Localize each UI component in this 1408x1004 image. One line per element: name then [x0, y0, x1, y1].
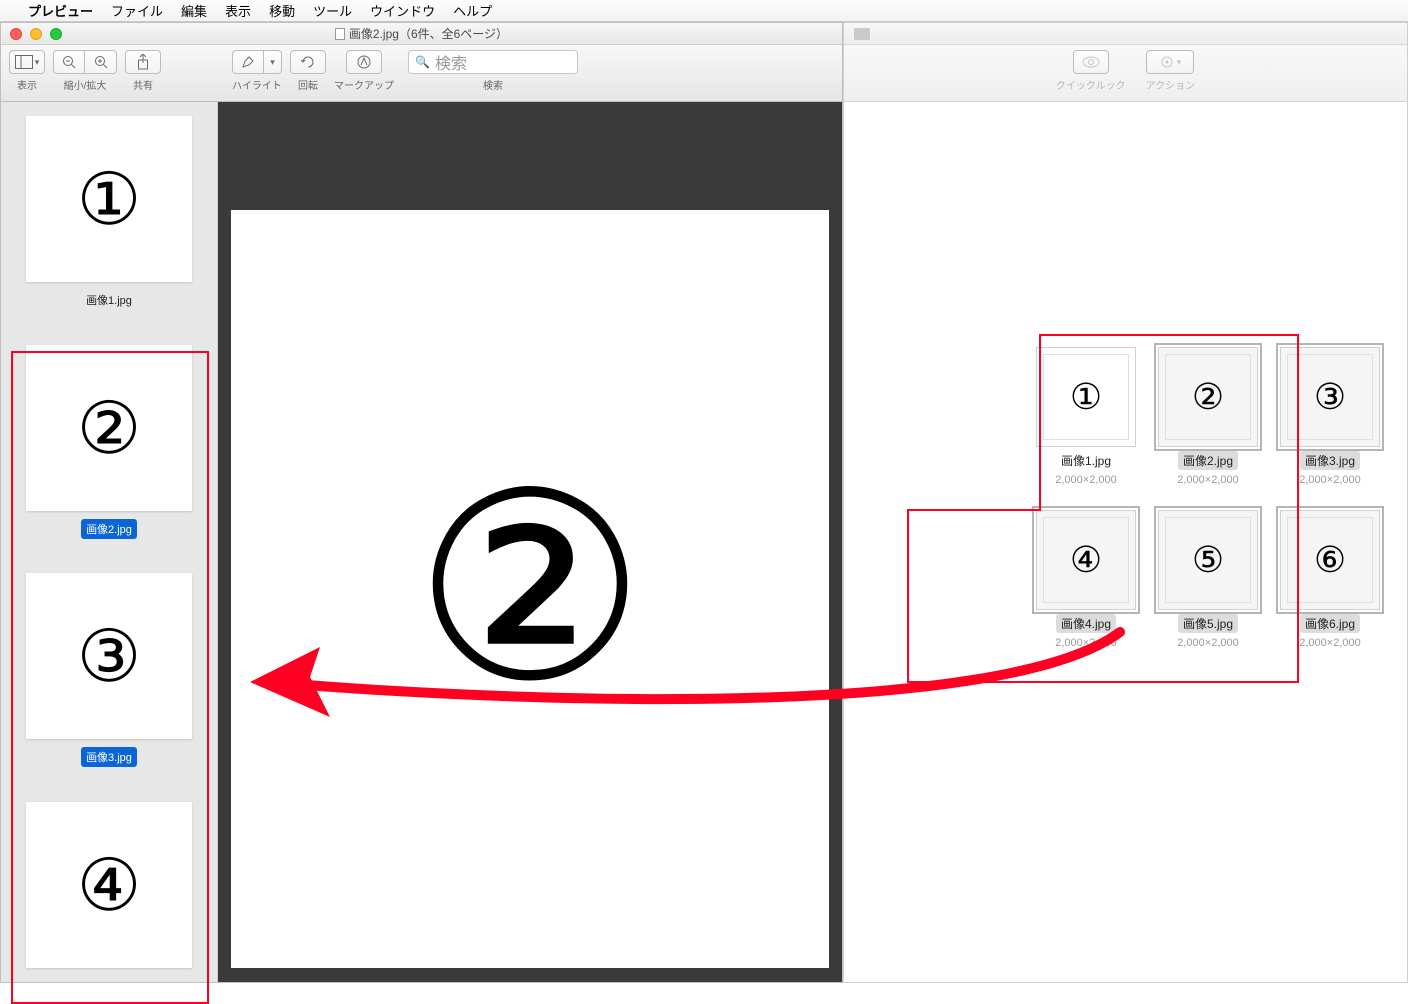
menu-help[interactable]: ヘルプ: [453, 1, 492, 20]
finder-titlebar[interactable]: [844, 23, 1407, 45]
rotate-button[interactable]: [290, 50, 326, 74]
markup-label: マークアップ: [334, 77, 394, 92]
share-button[interactable]: [125, 50, 161, 74]
file-dimensions: 2,000×2,000: [1055, 637, 1116, 649]
app-name[interactable]: プレビュー: [28, 1, 93, 20]
file-name: 画像4.jpg: [1056, 614, 1116, 633]
zoom-in-button[interactable]: [85, 50, 117, 74]
menu-go[interactable]: 移動: [269, 1, 295, 20]
file-item[interactable]: ⑤ 画像5.jpg 2,000×2,000: [1147, 510, 1269, 649]
file-name: 画像5.jpg: [1178, 614, 1238, 633]
thumbnail-item[interactable]: ③ 画像3.jpg: [26, 573, 192, 767]
zoom-out-button[interactable]: [53, 50, 85, 74]
preview-canvas: ②: [231, 210, 829, 968]
rotate-label: 回転: [298, 77, 318, 92]
search-placeholder: 検索: [435, 50, 467, 74]
folder-icon: [854, 28, 870, 40]
thumbnail-item[interactable]: ④: [26, 802, 192, 968]
quicklook-label: クイックルック: [1056, 77, 1126, 92]
file-dimensions: 2,000×2,000: [1177, 637, 1238, 649]
finder-body[interactable]: ① 画像1.jpg 2,000×2,000 ② 画像2.jpg 2,000×2,…: [844, 102, 1407, 982]
mac-menubar: プレビュー ファイル 編集 表示 移動 ツール ウインドウ ヘルプ: [0, 0, 1408, 22]
quicklook-button[interactable]: [1073, 50, 1109, 74]
document-icon: [335, 28, 345, 40]
thumb-label: 画像1.jpg: [81, 290, 137, 310]
action-button[interactable]: ▾: [1146, 50, 1194, 74]
menu-window[interactable]: ウインドウ: [370, 1, 435, 20]
share-icon: [136, 54, 150, 70]
thumb-label: 画像2.jpg: [81, 519, 137, 539]
highlight-button[interactable]: [232, 50, 264, 74]
zoom-window-button[interactable]: [50, 28, 62, 40]
menu-view[interactable]: 表示: [225, 1, 251, 20]
markup-icon: [356, 54, 372, 70]
menu-file[interactable]: ファイル: [111, 1, 163, 20]
close-window-button[interactable]: [10, 28, 22, 40]
thumb-glyph: ④: [77, 843, 142, 927]
search-label: 検索: [483, 77, 503, 92]
file-dimensions: 2,000×2,000: [1177, 474, 1238, 486]
file-name: 画像3.jpg: [1300, 451, 1360, 470]
rotate-icon: [300, 54, 316, 70]
thumb-glyph: ③: [77, 614, 142, 698]
file-dimensions: 2,000×2,000: [1299, 474, 1360, 486]
file-dimensions: 2,000×2,000: [1299, 637, 1360, 649]
search-field[interactable]: 🔍 検索: [408, 50, 578, 74]
eye-icon: [1082, 56, 1100, 68]
view-mode-button[interactable]: ▾: [9, 50, 45, 74]
thumbnail-item[interactable]: ② 画像2.jpg: [26, 345, 192, 539]
minimize-window-button[interactable]: [30, 28, 42, 40]
preview-main-view[interactable]: ②: [218, 102, 842, 982]
thumb-glyph: ①: [77, 157, 142, 241]
file-name: 画像2.jpg: [1178, 451, 1238, 470]
preview-window: 画像2.jpg（6件、全6ページ） ▾ 表示: [0, 22, 843, 983]
zoom-in-icon: [94, 55, 108, 69]
menu-tools[interactable]: ツール: [313, 1, 352, 20]
file-item[interactable]: ④ 画像4.jpg 2,000×2,000: [1025, 510, 1147, 649]
highlight-dropdown-button[interactable]: ▾: [264, 50, 282, 74]
share-label: 共有: [133, 77, 153, 92]
file-dimensions: 2,000×2,000: [1055, 474, 1116, 486]
chevron-down-icon: ▾: [270, 57, 275, 68]
highlighter-icon: [241, 55, 255, 69]
zoom-label: 縮小/拡大: [64, 77, 107, 92]
preview-sidebar[interactable]: ① 画像1.jpg ② 画像2.jpg ③ 画像3.jpg ④: [1, 102, 218, 982]
finder-window: クイックルック ▾ アクション ① 画像1.jpg 2,000×2,000: [843, 22, 1408, 983]
main-glyph: ②: [413, 438, 646, 740]
file-item[interactable]: ⑥ 画像6.jpg 2,000×2,000: [1269, 510, 1391, 649]
window-title: 画像2.jpg（6件、全6ページ）: [349, 25, 508, 42]
sidebar-layout-icon: [15, 55, 33, 69]
search-icon: 🔍: [415, 55, 430, 69]
chevron-down-icon: ▾: [35, 57, 40, 68]
action-label: アクション: [1146, 77, 1196, 92]
gear-icon: [1160, 55, 1174, 69]
thumb-label: 画像3.jpg: [81, 747, 137, 767]
thumbnail-item[interactable]: ① 画像1.jpg: [26, 116, 192, 310]
finder-icon-grid: ① 画像1.jpg 2,000×2,000 ② 画像2.jpg 2,000×2,…: [1025, 347, 1391, 649]
preview-titlebar[interactable]: 画像2.jpg（6件、全6ページ）: [1, 23, 842, 45]
zoom-out-icon: [62, 55, 76, 69]
markup-button[interactable]: [346, 50, 382, 74]
file-item[interactable]: ① 画像1.jpg 2,000×2,000: [1025, 347, 1147, 486]
finder-toolbar: クイックルック ▾ アクション: [844, 45, 1407, 102]
chevron-down-icon: ▾: [1177, 57, 1182, 68]
file-name: 画像6.jpg: [1300, 614, 1360, 633]
file-item[interactable]: ② 画像2.jpg 2,000×2,000: [1147, 347, 1269, 486]
view-label: 表示: [17, 77, 37, 92]
file-item[interactable]: ③ 画像3.jpg 2,000×2,000: [1269, 347, 1391, 486]
preview-toolbar: ▾ 表示 縮小/拡大: [1, 45, 842, 102]
thumb-glyph: ②: [77, 386, 142, 470]
menu-edit[interactable]: 編集: [181, 1, 207, 20]
file-name: 画像1.jpg: [1056, 451, 1116, 470]
highlight-label: ハイライト: [232, 77, 282, 92]
